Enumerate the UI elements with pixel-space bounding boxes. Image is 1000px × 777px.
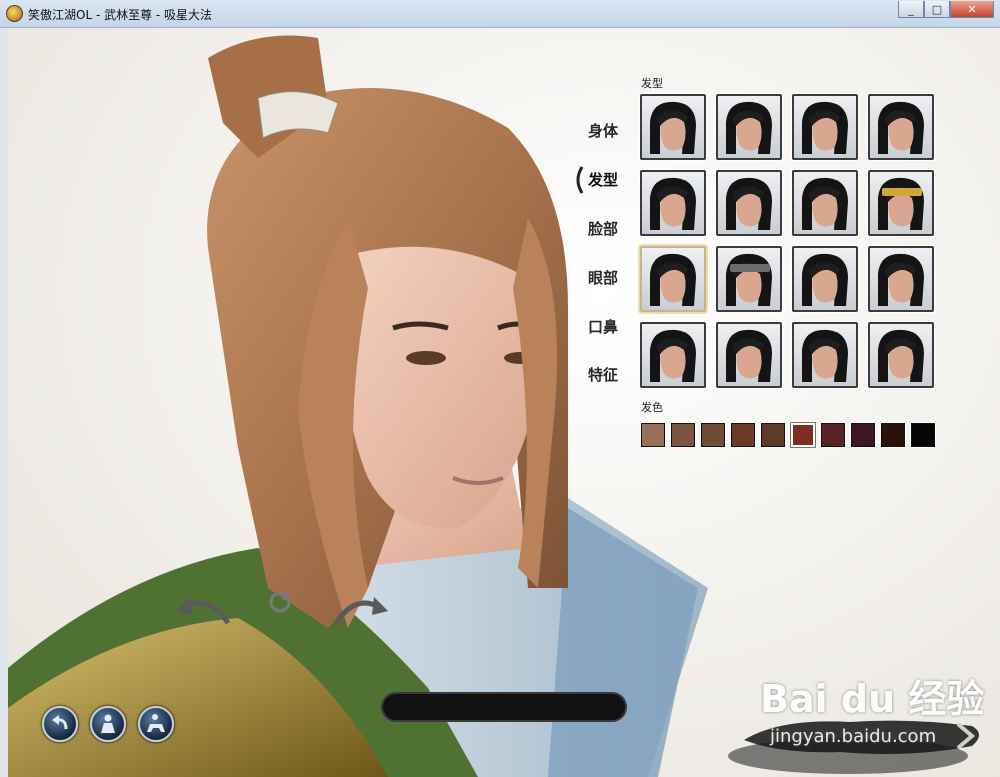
hair-style-option[interactable] bbox=[792, 322, 858, 388]
character-name-input[interactable] bbox=[381, 692, 627, 722]
hair-preview-icon bbox=[726, 177, 772, 230]
hair-color-swatch[interactable] bbox=[791, 423, 815, 447]
rotate-left-icon[interactable] bbox=[168, 583, 238, 628]
hair-preview-icon bbox=[802, 253, 848, 306]
hair-preview-icon bbox=[650, 101, 696, 154]
hair-color-swatch[interactable] bbox=[701, 423, 725, 447]
category-item-1[interactable]: 身体 bbox=[578, 118, 628, 144]
hair-color-swatch[interactable] bbox=[761, 423, 785, 447]
hair-style-option[interactable] bbox=[640, 94, 706, 160]
hair-preview-icon bbox=[878, 329, 924, 382]
mount-rider-icon bbox=[147, 714, 165, 732]
hair-preview-icon bbox=[650, 177, 696, 230]
hair-preview-icon bbox=[650, 253, 696, 306]
category-item-6[interactable]: 特征 bbox=[578, 362, 628, 388]
hair-color-swatch[interactable] bbox=[881, 423, 905, 447]
window-controls: _ □ ✕ bbox=[898, 1, 994, 18]
hair-style-option[interactable] bbox=[716, 94, 782, 160]
maximize-button[interactable]: □ bbox=[924, 1, 950, 18]
minimize-button[interactable]: _ bbox=[898, 1, 924, 18]
hair-style-label: 发型 bbox=[641, 77, 663, 90]
hair-style-option[interactable] bbox=[792, 246, 858, 312]
reset-view-icon[interactable] bbox=[266, 588, 294, 616]
hair-style-option[interactable] bbox=[868, 246, 934, 312]
category-item-3[interactable]: 脸部 bbox=[578, 216, 628, 242]
hair-preview-icon bbox=[802, 101, 848, 154]
hair-preview-icon bbox=[802, 329, 848, 382]
category-item-2[interactable]: 发型 bbox=[578, 167, 628, 193]
hair-preview-icon bbox=[878, 101, 924, 154]
rotate-right-icon[interactable] bbox=[326, 583, 396, 628]
hair-color-swatch[interactable] bbox=[671, 423, 695, 447]
hair-preview-icon bbox=[878, 177, 924, 230]
hair-style-option[interactable] bbox=[640, 246, 706, 312]
pose-button[interactable] bbox=[90, 706, 126, 742]
hair-preview-icon bbox=[726, 329, 772, 382]
hair-style-option[interactable] bbox=[792, 170, 858, 236]
undo-button[interactable] bbox=[42, 706, 78, 742]
hair-style-option[interactable] bbox=[868, 94, 934, 160]
hair-style-option[interactable] bbox=[716, 322, 782, 388]
window-title: 笑傲江湖OL - 武林至尊 - 吸星大法 bbox=[28, 8, 213, 22]
mount-button[interactable] bbox=[138, 706, 174, 742]
hair-style-option[interactable] bbox=[716, 246, 782, 312]
hair-color-swatch[interactable] bbox=[911, 423, 935, 447]
hair-preview-icon bbox=[650, 329, 696, 382]
hair-style-option[interactable] bbox=[868, 322, 934, 388]
hair-style-option[interactable] bbox=[640, 322, 706, 388]
hair-color-swatch[interactable] bbox=[821, 423, 845, 447]
category-item-4[interactable]: 眼部 bbox=[578, 265, 628, 291]
hair-color-swatch[interactable] bbox=[731, 423, 755, 447]
undo-arrow-icon bbox=[52, 715, 68, 730]
hair-style-option[interactable] bbox=[716, 170, 782, 236]
next-step-button[interactable] bbox=[740, 700, 992, 766]
hair-preview-icon bbox=[726, 101, 772, 154]
hair-color-label: 发色 bbox=[641, 401, 663, 414]
category-item-5[interactable]: 口鼻 bbox=[578, 314, 628, 340]
close-button[interactable]: ✕ bbox=[950, 1, 994, 18]
window-titlebar: 笑傲江湖OL - 武林至尊 - 吸星大法 _ □ ✕ bbox=[0, 0, 1000, 28]
hair-color-swatch[interactable] bbox=[641, 423, 665, 447]
hair-preview-icon bbox=[802, 177, 848, 230]
character-pose-icon bbox=[101, 714, 115, 733]
hair-color-swatch[interactable] bbox=[851, 423, 875, 447]
hair-style-option[interactable] bbox=[868, 170, 934, 236]
hair-style-option[interactable] bbox=[640, 170, 706, 236]
app-logo-icon bbox=[6, 5, 23, 22]
hair-style-option[interactable] bbox=[792, 94, 858, 160]
hair-style-grid bbox=[640, 94, 936, 390]
hair-preview-icon bbox=[726, 253, 772, 306]
hair-preview-icon bbox=[878, 253, 924, 306]
